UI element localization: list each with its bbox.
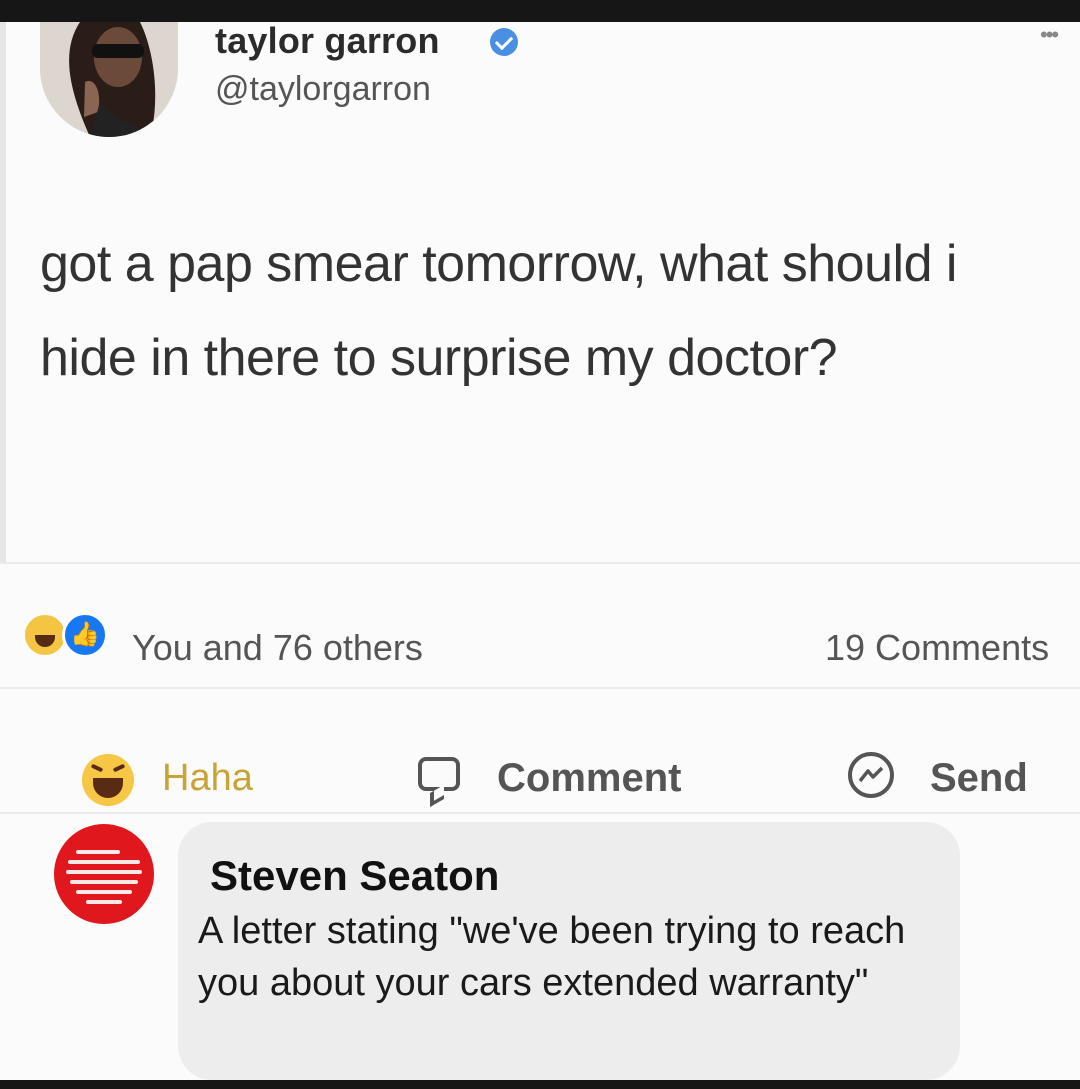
comment-text: A letter stating "we've been trying to r… bbox=[198, 910, 906, 1004]
verified-badge-icon bbox=[490, 28, 518, 56]
reaction-icons[interactable]: 👍 bbox=[22, 610, 122, 658]
divider bbox=[0, 812, 1080, 814]
tweet-text: got a pap smear tomorrow, what should i … bbox=[40, 235, 957, 387]
tweet-author-avatar[interactable] bbox=[40, 22, 178, 137]
like-icon: 👍 bbox=[62, 612, 108, 658]
haha-button-label[interactable]: Haha bbox=[162, 757, 253, 800]
tweet-author-name[interactable]: taylor garron bbox=[215, 22, 440, 62]
commenter-name[interactable]: Steven Seaton bbox=[210, 852, 499, 900]
screenshot-top-border bbox=[0, 0, 1080, 22]
screenshot-bottom-border bbox=[0, 1080, 1080, 1089]
send-button-label[interactable]: Send bbox=[930, 756, 1028, 801]
divider bbox=[0, 562, 1080, 564]
tweet-card-edge bbox=[0, 22, 6, 562]
divider bbox=[0, 687, 1080, 689]
tweet-author-handle[interactable]: @taylorgarron bbox=[215, 70, 431, 109]
comments-count-link[interactable]: 19 Comments bbox=[825, 627, 1049, 669]
messenger-send-icon[interactable] bbox=[848, 752, 894, 798]
comment-bubble-icon[interactable] bbox=[418, 757, 460, 791]
reaction-summary[interactable]: You and 76 others bbox=[132, 627, 423, 669]
ellipsis-icon[interactable]: ••• bbox=[1040, 22, 1059, 48]
commenter-avatar[interactable] bbox=[54, 824, 154, 924]
haha-reaction-icon[interactable] bbox=[82, 754, 134, 806]
post-screenshot: taylor garron @taylorgarron ••• got a pa… bbox=[0, 22, 1080, 1080]
comment-button-label[interactable]: Comment bbox=[497, 756, 681, 801]
